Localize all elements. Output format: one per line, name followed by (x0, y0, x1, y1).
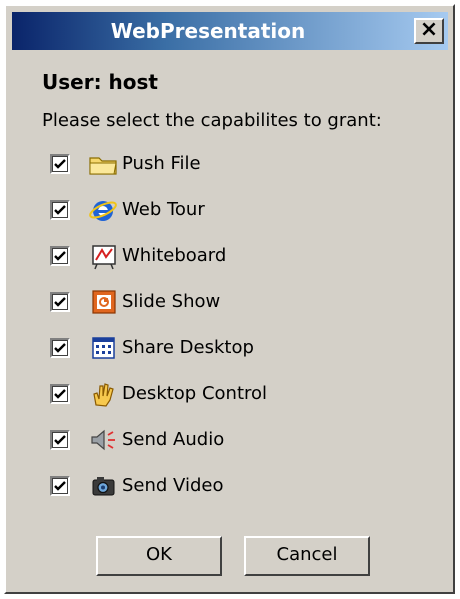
close-icon: × (419, 17, 439, 42)
checkmark-icon (54, 435, 66, 445)
whiteboard-checkbox[interactable] (50, 246, 70, 266)
capability-label: Whiteboard (122, 245, 227, 266)
checkmark-icon (54, 205, 66, 215)
checkmark-icon (54, 389, 66, 399)
send-video-checkbox[interactable] (50, 476, 70, 496)
capability-send-audio[interactable]: Send Audio (50, 424, 410, 456)
checkmark-icon (54, 159, 66, 169)
capability-slide-show[interactable]: Slide Show (50, 286, 410, 318)
share-desktop-checkbox[interactable] (50, 338, 70, 358)
capability-send-video[interactable]: Send Video (50, 470, 410, 502)
capability-label: Share Desktop (122, 337, 254, 358)
internet-explorer-icon (89, 201, 117, 221)
cancel-button[interactable]: Cancel (244, 536, 370, 576)
capability-label: Desktop Control (122, 383, 268, 404)
capability-label: Push File (122, 153, 201, 174)
checkmark-icon (54, 481, 66, 491)
close-button[interactable]: × (414, 18, 444, 44)
whiteboard-icon (92, 245, 116, 270)
folder-icon (89, 157, 117, 175)
window-title: WebPresentation (110, 19, 306, 43)
checkmark-icon (54, 343, 66, 353)
camera-icon (92, 477, 115, 496)
checkmark-icon (54, 297, 66, 307)
capability-label: Slide Show (122, 291, 221, 312)
user-label: User: host (42, 70, 158, 94)
capability-share-desktop[interactable]: Share Desktop (50, 332, 410, 364)
capability-web-tour[interactable]: Web Tour (50, 194, 410, 226)
hand-icon (93, 383, 114, 407)
push-file-checkbox[interactable] (50, 154, 70, 174)
desktop-control-checkbox[interactable] (50, 384, 70, 404)
web-tour-checkbox[interactable] (50, 200, 70, 220)
capability-desktop-control[interactable]: Desktop Control (50, 378, 410, 410)
checkmark-icon (54, 251, 66, 261)
capability-label: Send Audio (122, 429, 225, 450)
slide-show-checkbox[interactable] (50, 292, 70, 312)
slideshow-icon (92, 290, 116, 314)
ok-button[interactable]: OK (96, 536, 222, 576)
share-desktop-icon (92, 337, 115, 359)
capability-whiteboard[interactable]: Whiteboard (50, 240, 410, 272)
capability-label: Send Video (122, 475, 224, 496)
capability-label: Web Tour (122, 199, 205, 220)
capability-push-file[interactable]: Push File (50, 148, 410, 180)
title-bar[interactable]: WebPresentation × (12, 12, 448, 50)
send-audio-checkbox[interactable] (50, 430, 70, 450)
instruction-text: Please select the capabilites to grant: (42, 110, 382, 131)
speaker-icon (91, 429, 115, 451)
